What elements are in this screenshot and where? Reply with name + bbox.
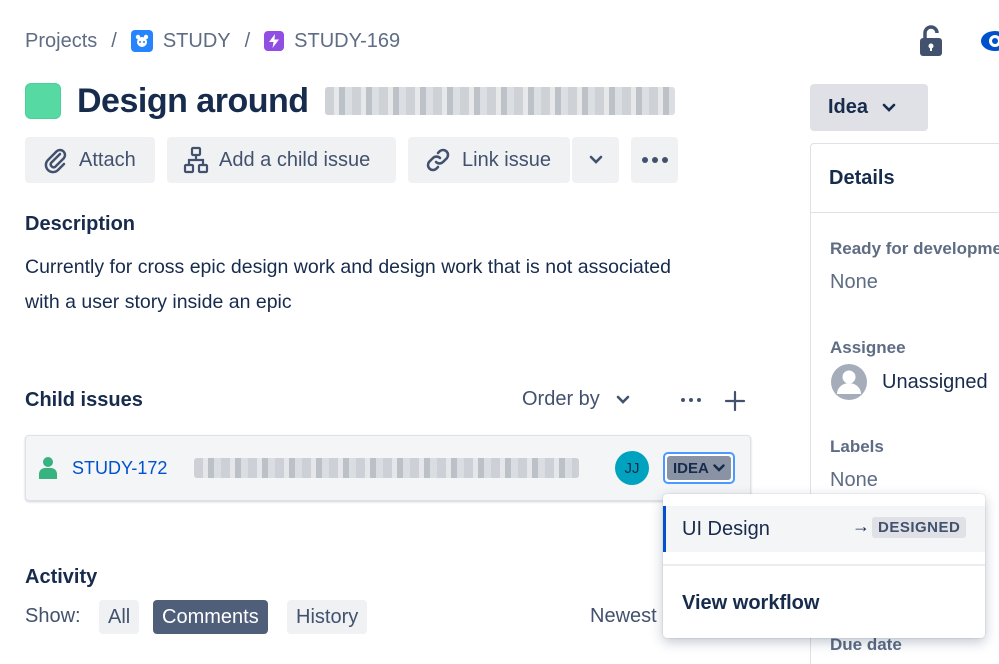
child-issues-heading: Child issues [25, 389, 143, 411]
breadcrumb-project-label: STUDY [162, 29, 231, 52]
ready-for-dev-value[interactable]: None [830, 271, 878, 294]
link-issue-button[interactable]: Link issue [408, 137, 570, 183]
epic-icon [264, 31, 285, 51]
chevron-down-icon [616, 395, 630, 404]
filter-history[interactable]: History [287, 600, 368, 634]
issue-title-row: Design around [25, 78, 675, 124]
more-actions-button[interactable] [631, 137, 678, 183]
assignee-label: Assignee [830, 338, 906, 357]
watch-eye-icon[interactable] [980, 26, 999, 56]
more-horizontal-icon [681, 398, 701, 402]
breadcrumb-issue-label: STUDY-169 [294, 29, 401, 52]
issue-title[interactable]: Design around [77, 82, 309, 121]
paperclip-icon [44, 148, 67, 174]
transition-option-ui-design[interactable]: UI Design → DESIGNED [663, 506, 985, 552]
order-by-label: Order by [522, 388, 600, 410]
issue-type-icon [25, 83, 61, 119]
assignee-avatar[interactable]: JJ [615, 451, 649, 485]
order-by-button[interactable]: Order by [522, 388, 630, 411]
link-icon [426, 148, 450, 172]
details-heading: Details [829, 167, 895, 189]
breadcrumb-project[interactable]: STUDY [130, 29, 231, 53]
transition-option-label: UI Design [682, 517, 770, 540]
project-avatar-icon [130, 30, 153, 52]
unassigned-avatar-icon [830, 363, 868, 406]
target-status-lozenge: DESIGNED [872, 517, 967, 538]
breadcrumb-issue[interactable]: STUDY-169 [264, 30, 400, 53]
breadcrumb-projects[interactable]: Projects [25, 30, 97, 53]
link-issue-label: Link issue [462, 148, 551, 171]
view-workflow-label: View workflow [682, 591, 820, 614]
description-heading: Description [25, 213, 136, 235]
breadcrumb-separator: / [111, 29, 117, 52]
description-body[interactable]: Currently for cross epic design work and… [25, 250, 745, 320]
view-workflow-option[interactable]: View workflow [663, 580, 985, 626]
more-horizontal-icon [641, 157, 668, 163]
add-child-label: Add a child issue [219, 148, 371, 171]
child-status-dropdown[interactable]: IDEA [663, 452, 735, 484]
chevron-down-icon [589, 155, 602, 164]
chevron-down-icon [713, 464, 725, 472]
arrow-right-icon: → [852, 516, 870, 536]
transition-menu: UI Design → DESIGNED View workflow [663, 494, 985, 638]
breadcrumb-separator: / [244, 29, 251, 52]
child-issue-row[interactable]: STUDY-172 JJ IDEA [25, 435, 751, 501]
plus-icon [724, 390, 746, 412]
add-child-issue-button[interactable]: Add a child issue [167, 137, 396, 183]
due-date-label: Due date [830, 635, 902, 654]
breadcrumb: Projects / STUDY / STUDY-169 [25, 26, 400, 56]
sort-newest-button[interactable]: Newest [590, 605, 657, 628]
add-child-plus-button[interactable] [724, 390, 746, 412]
issue-status-label: Idea [828, 96, 869, 118]
attach-label: Attach [79, 148, 136, 171]
redacted-title-text [324, 87, 675, 115]
description-line: Currently for cross epic design work and… [25, 256, 671, 278]
child-more-button[interactable] [680, 392, 702, 408]
filter-comments[interactable]: Comments [153, 600, 268, 634]
description-line: with a user story inside an epic [25, 291, 292, 313]
filter-all[interactable]: All [99, 600, 140, 634]
attach-button[interactable]: Attach [25, 137, 155, 183]
redacted-child-summary [194, 458, 579, 478]
chevron-down-icon [882, 103, 896, 112]
link-issue-dropdown-button[interactable] [572, 137, 619, 183]
child-status-label: IDEA [673, 459, 709, 477]
labels-label: Labels [830, 437, 884, 456]
child-issue-key[interactable]: STUDY-172 [72, 458, 167, 479]
assignee-value[interactable]: Unassigned [882, 371, 988, 394]
show-label: Show: [25, 605, 81, 627]
hierarchy-icon [183, 146, 209, 174]
story-icon [38, 456, 58, 485]
details-header[interactable]: Details [810, 143, 999, 213]
menu-divider [663, 564, 985, 566]
labels-value[interactable]: None [830, 469, 878, 492]
lock-icon[interactable] [918, 24, 944, 58]
issue-status-button[interactable]: Idea [810, 84, 928, 131]
ready-for-dev-label: Ready for developme [830, 239, 999, 258]
activity-heading: Activity [25, 566, 98, 588]
child-status-lozenge: IDEA [667, 456, 731, 480]
